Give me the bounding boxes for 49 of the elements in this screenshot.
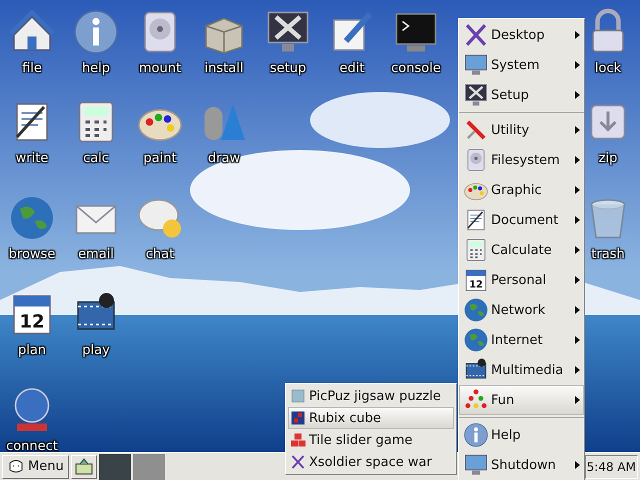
menu-item[interactable]: Multimedia bbox=[459, 355, 584, 385]
menu-item[interactable]: Tile slider game bbox=[288, 429, 454, 451]
monitor-icon bbox=[463, 52, 489, 78]
desktop-icon-label[interactable]: play bbox=[82, 343, 110, 358]
clock: 5:48 AM bbox=[584, 454, 638, 478]
menu-item[interactable]: Network bbox=[459, 295, 584, 325]
menu-item[interactable]: System bbox=[459, 50, 584, 80]
menu-item[interactable]: 12 Personal bbox=[459, 265, 584, 295]
taskbar-window-button[interactable] bbox=[98, 454, 131, 480]
desktop-icon-label[interactable]: install bbox=[204, 61, 244, 76]
menu-item[interactable]: Graphic bbox=[459, 175, 584, 205]
menu-item[interactable]: Calculate bbox=[459, 235, 584, 265]
desktop-icon-label[interactable]: mount bbox=[138, 61, 182, 76]
globe-icon bbox=[8, 194, 56, 242]
desktop-icon-label[interactable]: lock bbox=[594, 61, 622, 76]
menu-item[interactable]: Utility bbox=[459, 115, 584, 145]
info-icon bbox=[463, 422, 489, 448]
menu-item[interactable]: Rubix cube bbox=[288, 407, 454, 429]
tiles-icon bbox=[290, 432, 306, 448]
desktop-icon-label[interactable]: setup bbox=[270, 61, 306, 76]
menu-item[interactable]: Document bbox=[459, 205, 584, 235]
cube-icon bbox=[290, 410, 306, 426]
menu-item[interactable]: Filesystem bbox=[459, 145, 584, 175]
globe-icon bbox=[463, 297, 489, 323]
menu-item[interactable]: Shutdown bbox=[459, 450, 584, 480]
desktop-icon-label[interactable]: file bbox=[22, 61, 42, 76]
monitor-icon bbox=[463, 452, 489, 478]
cross-icon bbox=[290, 454, 306, 470]
dog-icon bbox=[7, 458, 25, 476]
menu-item[interactable]: Help bbox=[459, 420, 584, 450]
desktop-launcher-button[interactable] bbox=[70, 454, 97, 478]
menu-item[interactable]: Setup bbox=[459, 80, 584, 110]
menu-item[interactable]: Xsoldier space war bbox=[288, 451, 454, 473]
menu-item[interactable]: Fun bbox=[459, 385, 584, 415]
menu-item[interactable]: Desktop bbox=[459, 20, 584, 50]
desktop-icon-label[interactable]: console bbox=[391, 61, 441, 76]
desktop-icon-label[interactable]: plan bbox=[18, 343, 46, 358]
desktop-icon-label[interactable]: edit bbox=[340, 61, 364, 76]
calendar-icon: 12 bbox=[463, 267, 489, 293]
menu-item[interactable]: Internet bbox=[459, 325, 584, 355]
info-icon bbox=[72, 8, 120, 56]
cross-icon bbox=[463, 22, 489, 48]
desktop-icon bbox=[74, 458, 94, 476]
menu-button[interactable]: Menu bbox=[2, 454, 69, 478]
desktop-icon-label[interactable]: help bbox=[82, 61, 110, 76]
globe-icon bbox=[463, 327, 489, 353]
puzzle-icon bbox=[290, 388, 306, 404]
desktop-icon-label[interactable]: connect bbox=[6, 439, 58, 454]
menu-item[interactable]: PicPuz jigsaw puzzle bbox=[288, 385, 454, 407]
